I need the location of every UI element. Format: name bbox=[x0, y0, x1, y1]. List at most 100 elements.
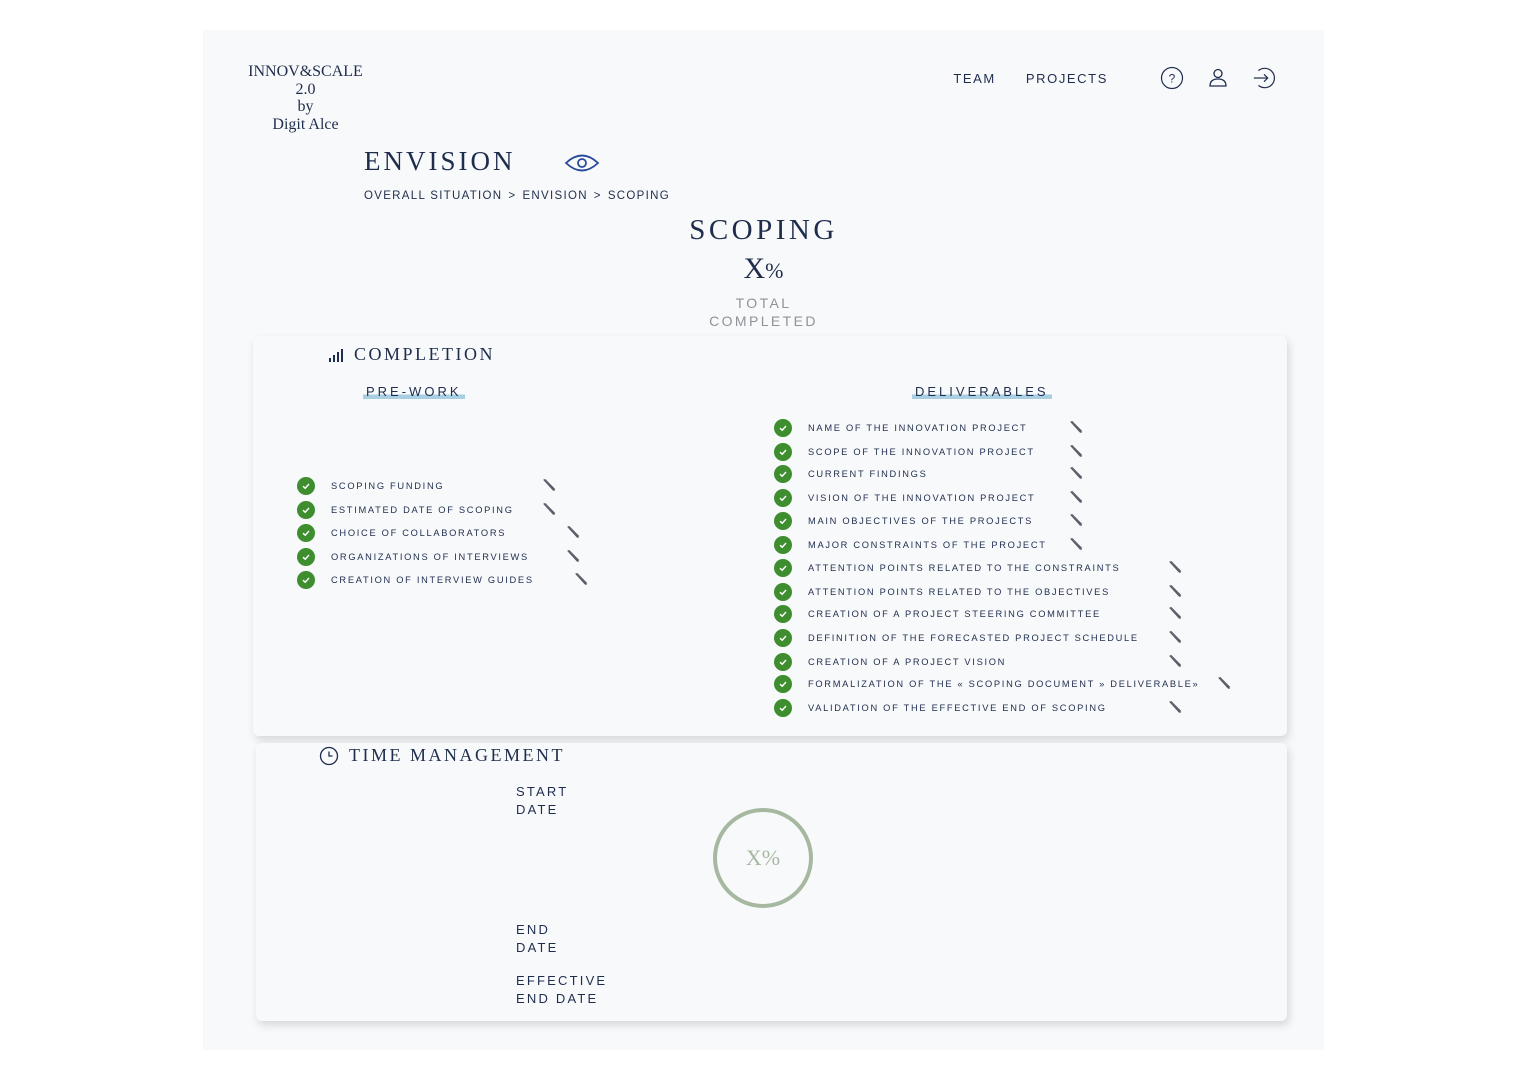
check-circle-icon bbox=[774, 465, 792, 483]
checklist-item: DEFINITION OF THE FORECASTED PROJECT SCH… bbox=[774, 628, 1188, 648]
check-circle-icon bbox=[774, 512, 792, 530]
check-circle-icon bbox=[774, 583, 792, 601]
deliverables-title: DELIVERABLES bbox=[912, 384, 1052, 399]
breadcrumb-item-overall-situation[interactable]: OVERALL SITUATION bbox=[364, 190, 502, 202]
checklist-item-label: SCOPING FUNDING bbox=[331, 481, 445, 491]
completion-title: COMPLETION bbox=[354, 344, 495, 364]
end-date-label: END DATE bbox=[516, 921, 559, 956]
check-circle-icon bbox=[297, 477, 315, 495]
pencil-icon[interactable] bbox=[542, 478, 556, 497]
checklist-item-label: ATTENTION POINTS RELATED TO THE OBJECTIV… bbox=[808, 587, 1110, 597]
scoping-percent: X% bbox=[203, 252, 1324, 286]
pencil-icon[interactable] bbox=[1069, 444, 1083, 463]
pencil-icon[interactable] bbox=[574, 572, 588, 591]
check-circle-icon bbox=[297, 548, 315, 566]
checklist-item-label: CREATION OF A PROJECT VISION bbox=[808, 657, 1007, 667]
pencil-icon[interactable] bbox=[1069, 537, 1083, 556]
checklist-item: VALIDATION OF THE EFFECTIVE END OF SCOPI… bbox=[774, 698, 1188, 718]
checklist-item: CREATION OF A PROJECT VISION bbox=[774, 652, 1188, 672]
check-circle-icon bbox=[774, 419, 792, 437]
completion-section-title: COMPLETION bbox=[328, 344, 495, 365]
breadcrumb-separator: > bbox=[508, 190, 517, 202]
pencil-icon[interactable] bbox=[1168, 654, 1182, 673]
clock-icon bbox=[319, 746, 339, 766]
prework-title: PRE-WORK bbox=[363, 384, 465, 399]
checklist-item-label: VISION OF THE INNOVATION PROJECT bbox=[808, 493, 1036, 503]
checklist-item: NAME OF THE INNOVATION PROJECT bbox=[774, 418, 1089, 438]
check-circle-icon bbox=[297, 524, 315, 542]
start-date-label-line1: START bbox=[516, 784, 569, 799]
pencil-icon[interactable] bbox=[1168, 606, 1182, 625]
checklist-item-label: DEFINITION OF THE FORECASTED PROJECT SCH… bbox=[808, 633, 1139, 643]
breadcrumb-separator: > bbox=[593, 190, 602, 202]
check-circle-icon bbox=[774, 536, 792, 554]
nav-projects-link[interactable]: PROJECTS bbox=[1026, 71, 1108, 86]
page-title: ENVISION bbox=[364, 146, 516, 176]
time-management-section-title: TIME MANAGEMENT bbox=[319, 745, 565, 766]
svg-text:?: ? bbox=[1169, 72, 1176, 86]
checklist-item-label: NAME OF THE INNOVATION PROJECT bbox=[808, 423, 1028, 433]
start-date-label: START DATE bbox=[516, 783, 568, 818]
checklist-item: ATTENTION POINTS RELATED TO THE OBJECTIV… bbox=[774, 582, 1188, 602]
checklist-item-label: CHOICE OF COLLABORATORS bbox=[331, 528, 507, 538]
check-circle-icon bbox=[774, 605, 792, 623]
eye-icon bbox=[564, 150, 600, 181]
pencil-icon[interactable] bbox=[1168, 700, 1182, 719]
checklist-item: ATTENTION POINTS RELATED TO THE CONSTRAI… bbox=[774, 558, 1188, 578]
pencil-icon[interactable] bbox=[1168, 584, 1182, 603]
check-circle-icon bbox=[774, 653, 792, 671]
scoping-subtitle-total: TOTAL bbox=[735, 295, 792, 311]
user-icon[interactable] bbox=[1206, 66, 1230, 90]
check-circle-icon bbox=[774, 443, 792, 461]
signal-bars-icon bbox=[328, 348, 344, 362]
pencil-icon[interactable] bbox=[566, 549, 580, 568]
pencil-icon[interactable] bbox=[1069, 466, 1083, 485]
checklist-item: CHOICE OF COLLABORATORS bbox=[297, 523, 586, 543]
breadcrumb: OVERALL SITUATION > ENVISION > SCOPING bbox=[364, 190, 670, 202]
check-circle-icon bbox=[774, 699, 792, 717]
end-date-label-line2: DATE bbox=[516, 939, 559, 955]
completion-card: COMPLETION PRE-WORK DELIVERABLES SCOPING… bbox=[253, 336, 1287, 736]
start-date-label-line2: DATE bbox=[516, 801, 559, 817]
scoping-percent-sign: % bbox=[765, 258, 784, 283]
help-circle-icon[interactable]: ? bbox=[1160, 66, 1184, 90]
time-management-card: TIME MANAGEMENT START DATE END DATE EFFE… bbox=[256, 743, 1287, 1021]
logout-icon[interactable] bbox=[1252, 66, 1276, 90]
effective-end-date-label: EFFECTIVE END DATE bbox=[516, 972, 607, 1007]
checklist-item-label: MAJOR CONSTRAINTS OF THE PROJECT bbox=[808, 540, 1047, 550]
brand-by: by bbox=[297, 98, 314, 115]
checklist-item-label: MAIN OBJECTIVES OF THE PROJECTS bbox=[808, 516, 1034, 526]
scoping-subtitle-completed: COMPLETED bbox=[709, 313, 818, 329]
checklist-item: MAJOR CONSTRAINTS OF THE PROJECT bbox=[774, 535, 1089, 555]
checklist-item-label: ORGANIZATIONS OF INTERVIEWS bbox=[331, 552, 529, 562]
pencil-icon[interactable] bbox=[1069, 513, 1083, 532]
checklist-item: CREATION OF INTERVIEW GUIDES bbox=[297, 570, 594, 590]
check-circle-icon bbox=[774, 559, 792, 577]
pencil-icon[interactable] bbox=[1069, 420, 1083, 439]
checklist-item: FORMALIZATION OF THE « SCOPING DOCUMENT … bbox=[774, 674, 1237, 694]
pencil-icon[interactable] bbox=[1217, 676, 1231, 695]
pencil-icon[interactable] bbox=[566, 525, 580, 544]
pencil-icon[interactable] bbox=[1069, 490, 1083, 509]
checklist-item: CURRENT FINDINGS bbox=[774, 464, 1089, 484]
pencil-icon[interactable] bbox=[1168, 630, 1182, 649]
check-circle-icon bbox=[297, 501, 315, 519]
breadcrumb-item-envision[interactable]: ENVISION bbox=[522, 190, 587, 202]
brand-logo[interactable]: INNOV&SCALE 2.0 by Digit Alce bbox=[237, 63, 374, 133]
effective-end-date-label-line2: END DATE bbox=[516, 990, 599, 1006]
check-circle-icon bbox=[774, 629, 792, 647]
checklist-item: VISION OF THE INNOVATION PROJECT bbox=[774, 488, 1089, 508]
pencil-icon[interactable] bbox=[542, 502, 556, 521]
check-circle-icon bbox=[774, 489, 792, 507]
checklist-item-label: CREATION OF INTERVIEW GUIDES bbox=[331, 575, 534, 585]
checklist-item-label: ATTENTION POINTS RELATED TO THE CONSTRAI… bbox=[808, 563, 1121, 573]
nav-team-link[interactable]: TEAM bbox=[953, 71, 996, 86]
time-progress-ring: X% bbox=[713, 808, 813, 908]
scoping-subtitle: TOTAL COMPLETED bbox=[203, 294, 1324, 330]
checklist-item: SCOPING FUNDING bbox=[297, 476, 562, 496]
checklist-item-label: VALIDATION OF THE EFFECTIVE END OF SCOPI… bbox=[808, 703, 1107, 713]
checklist-item-label: ESTIMATED DATE OF SCOPING bbox=[331, 505, 514, 515]
time-progress-value: X% bbox=[745, 845, 781, 870]
scoping-title: SCOPING bbox=[689, 214, 838, 246]
pencil-icon[interactable] bbox=[1168, 560, 1182, 579]
